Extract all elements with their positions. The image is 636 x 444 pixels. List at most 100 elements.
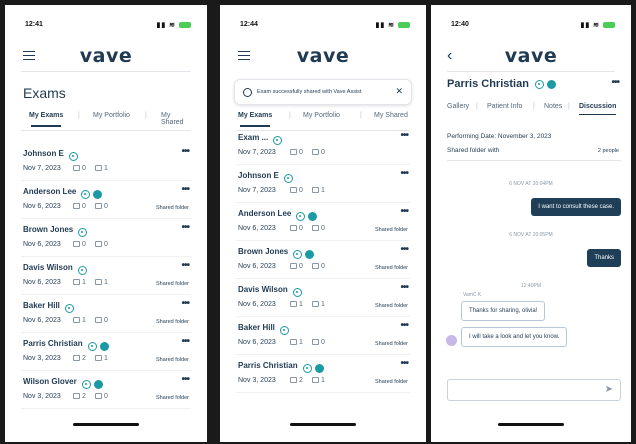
tab-patient-info[interactable]: Patient Info bbox=[487, 103, 522, 110]
exam-row[interactable]: Baker Hill ••• Nov 6, 2023 1 0 Shared folder bbox=[236, 317, 410, 355]
exam-row[interactable]: Davis Wilson ••• Nov 6, 2023 1 1 Shared folde… bbox=[236, 279, 410, 317]
patient-subtabs: Gallery | Patient Info | Notes | Discuss… bbox=[447, 103, 621, 117]
tab-my-exams[interactable]: My Exams bbox=[238, 112, 272, 127]
shared-badge-icon bbox=[308, 212, 317, 222]
shared-folder-tag: Shared folder bbox=[374, 265, 408, 271]
more-options-icon[interactable]: ••• bbox=[181, 374, 189, 385]
view-icon bbox=[293, 288, 302, 298]
exam-row[interactable]: Anderson Lee ••• Nov 6, 2023 0 0 Shared folde… bbox=[236, 203, 410, 241]
image-icon bbox=[290, 263, 297, 270]
exam-date: Nov 6, 2023 bbox=[238, 225, 276, 232]
exam-date: Nov 6, 2023 bbox=[23, 317, 61, 324]
phone-discussion: 12:40 ▮▮ ≋ ‹ vave Parris Christian ••• G… bbox=[431, 5, 631, 442]
image-count: 2 bbox=[290, 377, 303, 384]
more-options-icon[interactable]: ••• bbox=[400, 358, 408, 369]
phone-exams-shared: 12:44 ▮▮ ≋ vave Exam successfully shared… bbox=[220, 5, 426, 442]
more-options-icon[interactable]: ••• bbox=[181, 222, 189, 233]
view-icon bbox=[293, 250, 302, 260]
header-divider bbox=[447, 71, 615, 72]
more-options-icon[interactable]: ••• bbox=[181, 298, 189, 309]
exam-date: Nov 7, 2023 bbox=[238, 187, 276, 194]
sender-avatar bbox=[446, 335, 457, 346]
row-icons bbox=[78, 224, 87, 242]
image-count: 1 bbox=[290, 339, 303, 346]
more-options-icon[interactable]: ••• bbox=[400, 168, 408, 179]
view-icon bbox=[88, 342, 97, 352]
shared-folder-tag: Shared folder bbox=[155, 205, 189, 211]
tab-separator: | bbox=[360, 112, 362, 119]
exam-row[interactable]: Baker Hill ••• Nov 6, 2023 1 0 Shared folder bbox=[21, 295, 191, 333]
note-count: 1 bbox=[312, 187, 325, 194]
more-options-icon[interactable]: ••• bbox=[400, 244, 408, 255]
tab-my-portfolio[interactable]: My Portfolio bbox=[303, 112, 340, 119]
tab-my-shared[interactable]: My Shared bbox=[161, 112, 193, 126]
tab-discussion[interactable]: Discussion bbox=[579, 103, 617, 115]
home-indicator bbox=[498, 423, 564, 426]
shared-folder-tag: Shared folder bbox=[374, 227, 408, 233]
exam-row[interactable]: Davis Wilson ••• Nov 6, 2023 1 1 Shared folde… bbox=[21, 257, 191, 295]
message-input[interactable]: ➤ bbox=[447, 379, 621, 401]
success-toast: Exam successfully shared with Vave Assis… bbox=[234, 79, 412, 105]
header-divider bbox=[21, 71, 191, 72]
note-count: 0 bbox=[312, 149, 325, 156]
status-bar: 12:44 ▮▮ ≋ bbox=[240, 21, 410, 33]
shared-folder-tag: Shared folder bbox=[155, 395, 189, 401]
patient-name: Anderson Lee bbox=[238, 209, 292, 218]
exam-date: Nov 6, 2023 bbox=[23, 241, 61, 248]
exam-row[interactable]: Brown Jones ••• Nov 6, 2023 0 0 Shared folder bbox=[236, 241, 410, 279]
status-time: 12:44 bbox=[240, 21, 258, 28]
image-icon bbox=[290, 339, 297, 346]
note-count: 1 bbox=[312, 301, 325, 308]
exam-row[interactable]: Johnson E ••• Nov 7, 2023 0 1 bbox=[21, 143, 191, 181]
shared-folder-tag: Shared folder bbox=[374, 379, 408, 385]
note-icon bbox=[312, 301, 319, 308]
outgoing-message: Thanks bbox=[587, 249, 621, 267]
exam-row[interactable]: Brown Jones ••• Nov 6, 2023 0 0 bbox=[21, 219, 191, 257]
shared-folder-tag: Shared folder bbox=[374, 341, 408, 347]
image-count: 1 bbox=[290, 301, 303, 308]
more-options-icon[interactable]: ••• bbox=[611, 77, 619, 88]
shared-badge-icon bbox=[315, 364, 324, 374]
exam-row[interactable]: Johnson E ••• Nov 7, 2023 0 1 bbox=[236, 165, 410, 203]
row-icons bbox=[82, 376, 103, 394]
tab-my-portfolio[interactable]: My Portfolio bbox=[93, 112, 130, 119]
exam-row[interactable]: Parris Christian ••• Nov 3, 2023 2 1 Shared f… bbox=[21, 333, 191, 371]
more-options-icon[interactable]: ••• bbox=[181, 260, 189, 271]
view-icon bbox=[284, 174, 293, 184]
more-options-icon[interactable]: ••• bbox=[400, 320, 408, 331]
more-options-icon[interactable]: ••• bbox=[181, 146, 189, 157]
tab-my-exams[interactable]: My Exams bbox=[29, 112, 63, 127]
image-count: 0 bbox=[290, 187, 303, 194]
exam-date: Nov 3, 2023 bbox=[23, 393, 61, 400]
more-options-icon[interactable]: ••• bbox=[181, 336, 189, 347]
tab-gallery[interactable]: Gallery bbox=[447, 103, 469, 110]
shared-badge-icon bbox=[100, 342, 109, 352]
message-timestamp: 6 NOV AT 20:05PM bbox=[509, 232, 553, 238]
exam-row[interactable]: Wilson Glover ••• Nov 3, 2023 2 0 Shared fold… bbox=[21, 371, 191, 409]
image-icon bbox=[73, 279, 80, 286]
exam-list: Exam ... ••• Nov 7, 2023 0 0 Johnson E ••• Nov … bbox=[220, 127, 426, 393]
patient-name: Baker Hill bbox=[238, 323, 275, 332]
people-count-link[interactable]: 2 people bbox=[598, 148, 619, 154]
app-header: vave bbox=[220, 43, 426, 67]
exam-date: Nov 3, 2023 bbox=[238, 377, 276, 384]
close-icon[interactable]: ✕ bbox=[395, 86, 403, 97]
exam-row[interactable]: Anderson Lee ••• Nov 6, 2023 0 0 Shared folde… bbox=[21, 181, 191, 219]
note-count: 1 bbox=[95, 355, 108, 362]
more-options-icon[interactable]: ••• bbox=[400, 206, 408, 217]
tab-separator: | bbox=[289, 112, 291, 119]
more-options-icon[interactable]: ••• bbox=[400, 130, 408, 141]
status-time: 12:41 bbox=[25, 21, 43, 28]
exam-row[interactable]: Exam ... ••• Nov 7, 2023 0 0 bbox=[236, 127, 410, 165]
more-options-icon[interactable]: ••• bbox=[400, 282, 408, 293]
exam-row[interactable]: Parris Christian ••• Nov 3, 2023 2 1 Shared f… bbox=[236, 355, 410, 393]
tab-my-shared[interactable]: My Shared bbox=[374, 112, 408, 119]
tab-separator: | bbox=[145, 112, 147, 119]
more-options-icon[interactable]: ••• bbox=[181, 184, 189, 195]
image-icon bbox=[73, 203, 80, 210]
patient-name-row: Parris Christian bbox=[447, 78, 556, 90]
row-icons bbox=[293, 246, 314, 264]
tab-notes[interactable]: Notes bbox=[544, 103, 562, 110]
view-icon bbox=[296, 212, 305, 222]
send-icon[interactable]: ➤ bbox=[605, 384, 613, 395]
